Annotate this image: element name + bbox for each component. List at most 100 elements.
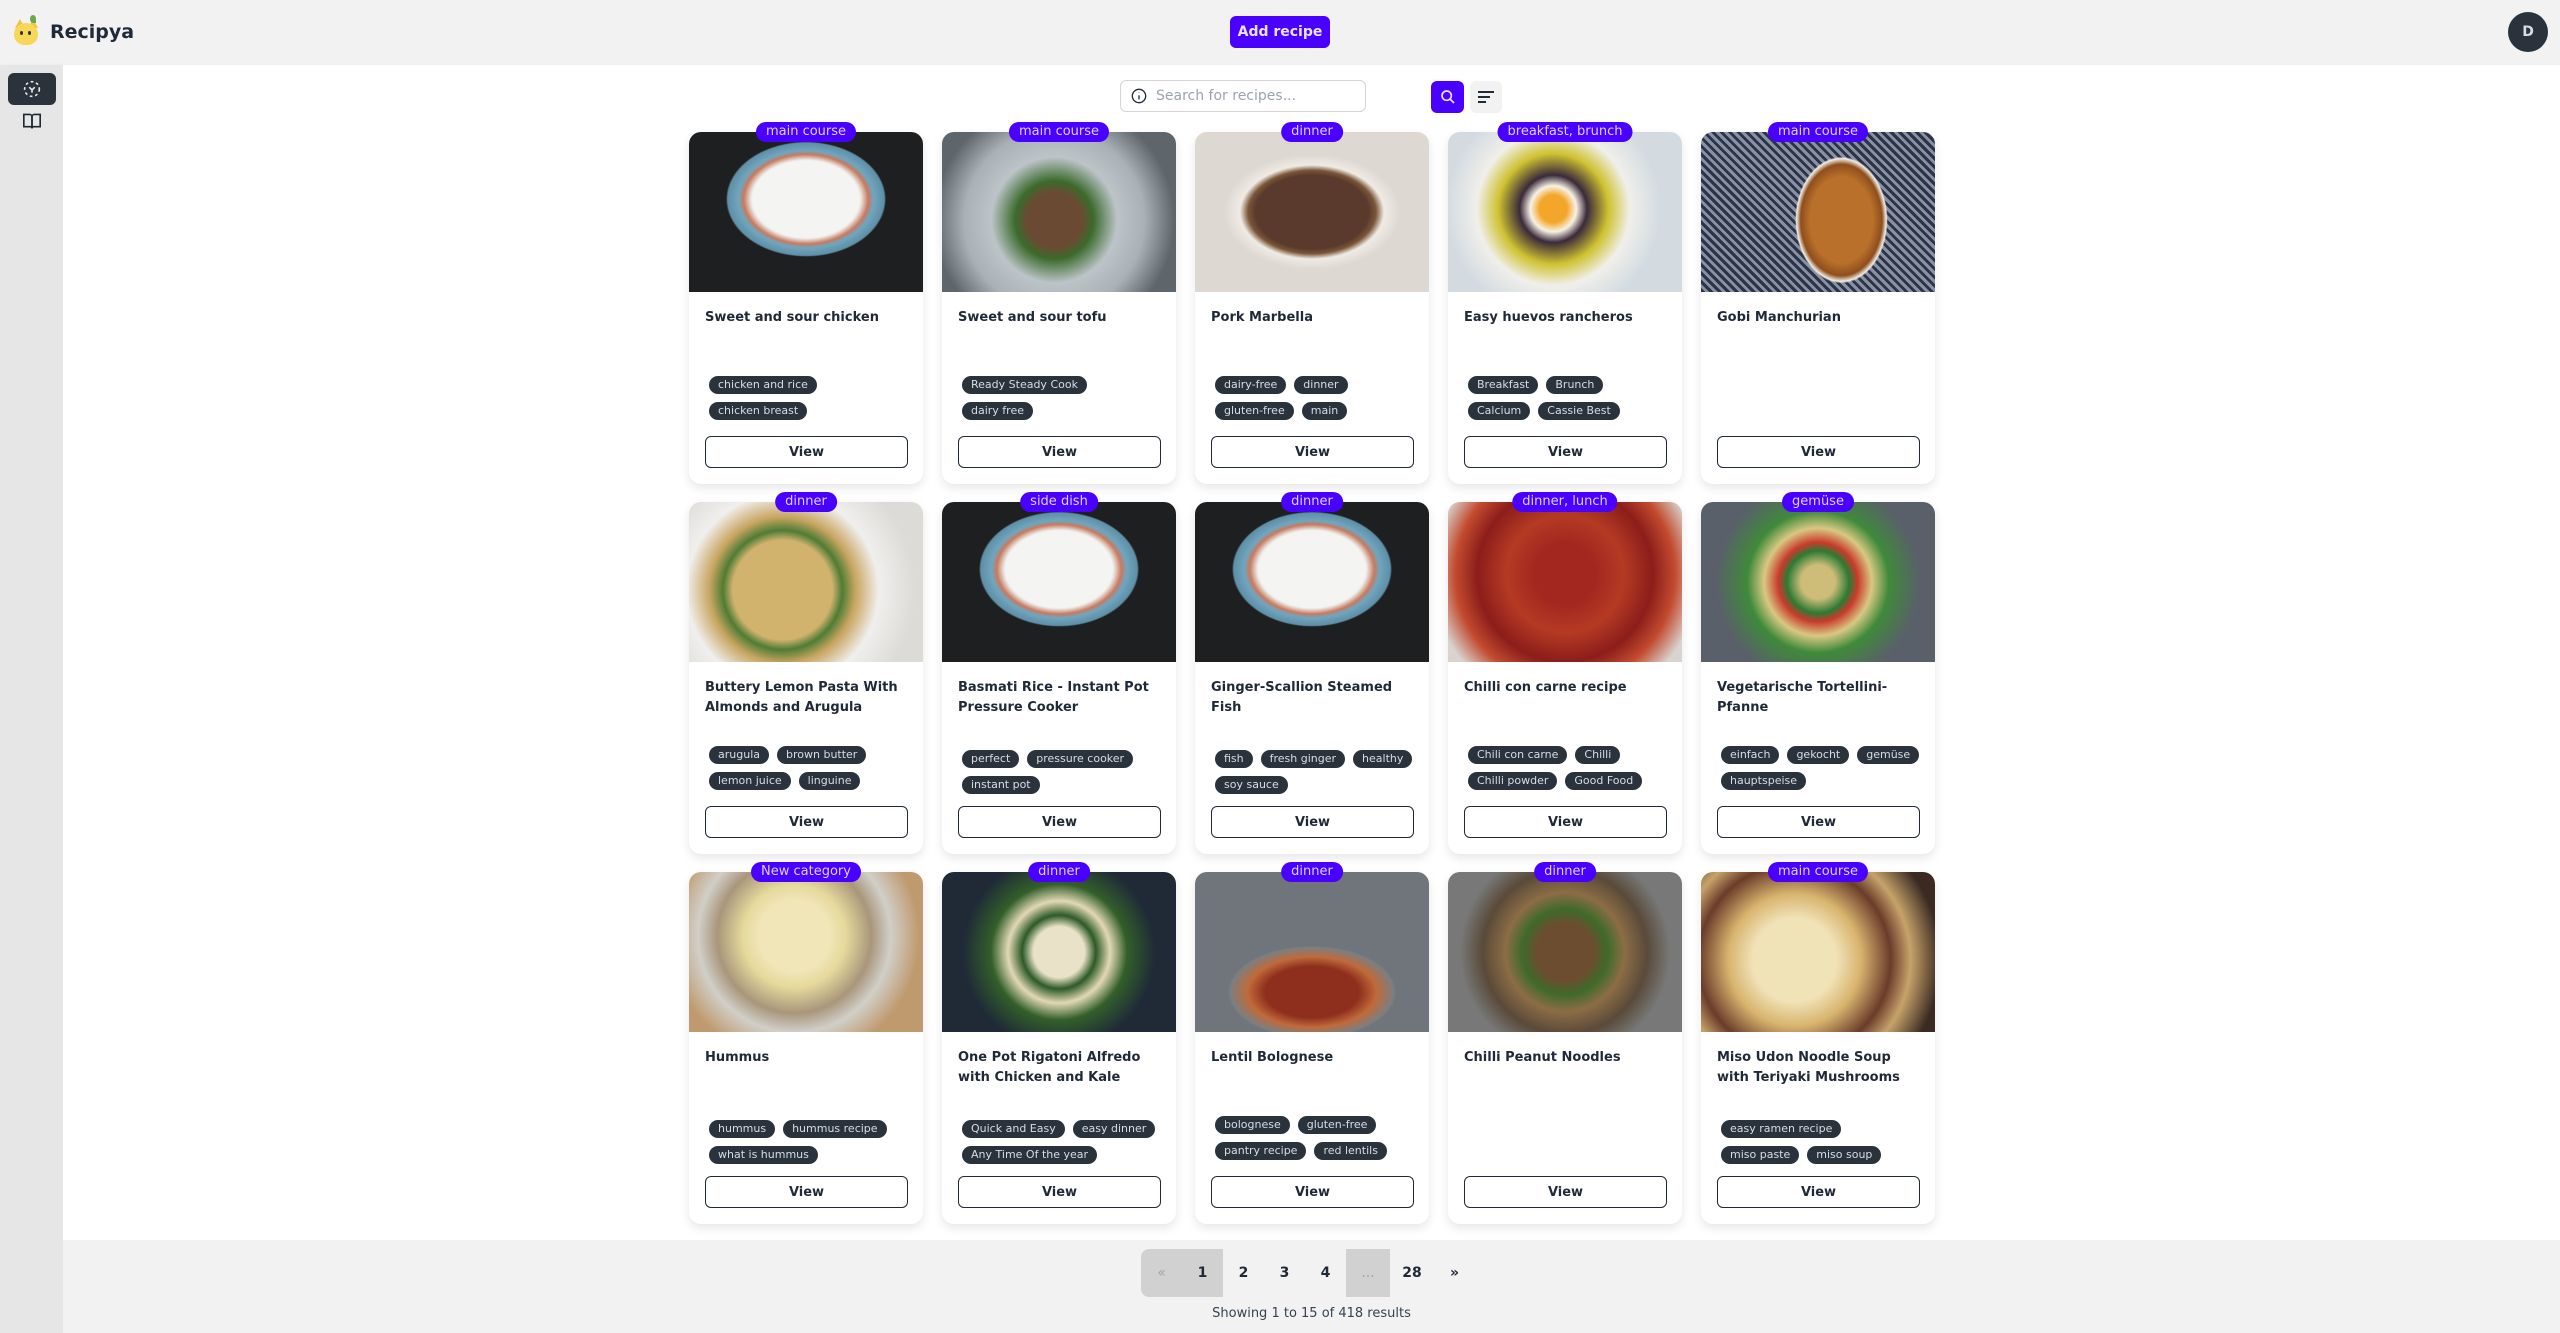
brand[interactable]: Recipya [12, 15, 134, 49]
book-icon [22, 113, 41, 129]
recipe-tag: linguine [798, 772, 861, 790]
recipe-tag: Chili con carne [1468, 746, 1568, 764]
top-bar: Recipya Add recipe D [0, 0, 2560, 65]
recipe-card: New category Hummus hummus hummus recipe wha… [689, 862, 923, 1224]
recipe-card: main course Miso Udon Noodle Soup with Te… [1701, 862, 1935, 1224]
view-recipe-button[interactable]: View [1211, 1176, 1414, 1208]
category-badge: main course [1767, 122, 1869, 142]
tag-list: einfach gekocht gemüse hauptspeise [1721, 746, 1921, 790]
tag-list: bolognese gluten-free pantry recipe red len… [1215, 1116, 1415, 1160]
view-recipe-button[interactable]: View [705, 436, 908, 468]
view-recipe-button[interactable]: View [1211, 436, 1414, 468]
recipe-image[interactable] [1448, 132, 1682, 292]
recipe-title: Easy huevos rancheros [1464, 310, 1633, 325]
recipe-image[interactable] [942, 132, 1176, 292]
recipe-tag: hummus [709, 1120, 776, 1138]
recipe-tag: Chilli powder [1468, 772, 1558, 790]
category-badge: main course [755, 122, 857, 142]
view-recipe-button[interactable]: View [705, 806, 908, 838]
recipe-image[interactable] [1195, 502, 1429, 662]
pagination-page-3[interactable]: 3 [1264, 1249, 1305, 1297]
category-badge: New category [751, 862, 861, 882]
pagination-page-4[interactable]: 4 [1305, 1249, 1346, 1297]
recipe-tag: gekocht [1787, 746, 1850, 764]
recipe-tag: what is hummus [709, 1146, 818, 1164]
recipe-image[interactable] [1701, 132, 1935, 292]
recipe-card: main course Sweet and sour chicken chicken… [689, 122, 923, 484]
pagination-page-last[interactable]: 28 [1390, 1249, 1434, 1297]
recipe-tag: Breakfast [1468, 376, 1539, 394]
view-recipe-button[interactable]: View [1211, 806, 1414, 838]
tag-list: dairy-free dinner gluten-free main [1215, 376, 1415, 420]
recipe-tag: perfect [962, 750, 1020, 768]
recipe-tag: Chilli [1575, 746, 1621, 764]
recipe-tag: einfach [1721, 746, 1780, 764]
recipe-tag: healthy [1353, 750, 1413, 768]
category-badge: dinner [1281, 122, 1343, 142]
view-recipe-button[interactable]: View [958, 436, 1161, 468]
recipe-title: Hummus [705, 1050, 770, 1065]
recipe-image[interactable] [1701, 872, 1935, 1032]
pagination-ellipsis: ... [1346, 1249, 1390, 1297]
tag-list: Quick and Easy easy dinner Any Time Of the… [962, 1120, 1162, 1164]
view-recipe-button[interactable]: View [705, 1176, 908, 1208]
recipe-image[interactable] [942, 502, 1176, 662]
pagination-page-1[interactable]: 1 [1182, 1249, 1223, 1297]
recipe-card: dinner Pork Marbella dairy-free dinner glute… [1195, 122, 1429, 484]
recipe-image[interactable] [1195, 132, 1429, 292]
tag-list: Chili con carne Chilli Chilli powder Good F… [1468, 746, 1668, 790]
recipe-tag: Ready Steady Cook [962, 376, 1087, 394]
recipe-card: dinner One Pot Rigatoni Alfredo with Chic… [942, 862, 1176, 1224]
filter-button[interactable] [1470, 81, 1502, 113]
search-button[interactable] [1431, 81, 1464, 113]
view-recipe-button[interactable]: View [1717, 436, 1920, 468]
view-recipe-button[interactable]: View [958, 806, 1161, 838]
pagination-next[interactable]: » [1434, 1249, 1475, 1297]
recipe-tag: Calcium [1468, 402, 1531, 420]
recipe-tag: instant pot [962, 776, 1040, 794]
category-badge: dinner [775, 492, 837, 512]
recipe-image[interactable] [1448, 872, 1682, 1032]
tag-list: chicken and rice chicken breast [709, 376, 909, 420]
recipe-tag: miso soup [1807, 1146, 1882, 1164]
recipe-image[interactable] [689, 502, 923, 662]
recipe-tag: pantry recipe [1215, 1142, 1307, 1160]
app-name: Recipya [50, 21, 135, 43]
recipe-tag: easy dinner [1072, 1120, 1156, 1138]
recipe-title: Miso Udon Noodle Soup with Teriyaki Mush… [1717, 1050, 1900, 1085]
view-recipe-button[interactable]: View [1464, 436, 1667, 468]
recipe-card: dinner Buttery Lemon Pasta With Almonds a… [689, 492, 923, 854]
pagination-page-2[interactable]: 2 [1223, 1249, 1264, 1297]
user-avatar[interactable]: D [2508, 12, 2548, 52]
recipe-image[interactable] [689, 872, 923, 1032]
recipe-card: main course Sweet and sour tofu Ready Stea… [942, 122, 1176, 484]
recipe-title: Sweet and sour tofu [958, 310, 1107, 325]
search-input[interactable] [1156, 88, 1356, 104]
app-logo-icon [12, 15, 40, 49]
category-badge: dinner, lunch [1512, 492, 1618, 512]
sidebar-item-scan[interactable] [8, 73, 56, 105]
recipe-title: Chilli con carne recipe [1464, 680, 1627, 695]
view-recipe-button[interactable]: View [1464, 806, 1667, 838]
sidebar-item-cookbooks[interactable] [8, 105, 56, 137]
add-recipe-button[interactable]: Add recipe [1230, 16, 1330, 48]
recipe-tag: Good Food [1565, 772, 1643, 790]
recipe-image[interactable] [1448, 502, 1682, 662]
view-recipe-button[interactable]: View [1717, 1176, 1920, 1208]
recipe-card: dinner Chilli Peanut Noodles View [1448, 862, 1682, 1224]
info-icon[interactable] [1131, 88, 1147, 104]
recipe-card: side dish Basmati Rice - Instant Pot Pres… [942, 492, 1176, 854]
recipe-image[interactable] [689, 132, 923, 292]
category-badge: dinner [1028, 862, 1090, 882]
view-recipe-button[interactable]: View [1717, 806, 1920, 838]
recipe-image[interactable] [942, 872, 1176, 1032]
view-recipe-button[interactable]: View [958, 1176, 1161, 1208]
recipe-tag: gemüse [1857, 746, 1920, 764]
recipe-tag: dinner [1294, 376, 1348, 394]
recipe-tag: fresh ginger [1260, 750, 1346, 768]
recipe-image[interactable] [1195, 872, 1429, 1032]
pagination-prev[interactable]: « [1141, 1249, 1182, 1297]
recipe-image[interactable] [1701, 502, 1935, 662]
view-recipe-button[interactable]: View [1464, 1176, 1667, 1208]
recipe-tag: pressure cooker [1027, 750, 1134, 768]
